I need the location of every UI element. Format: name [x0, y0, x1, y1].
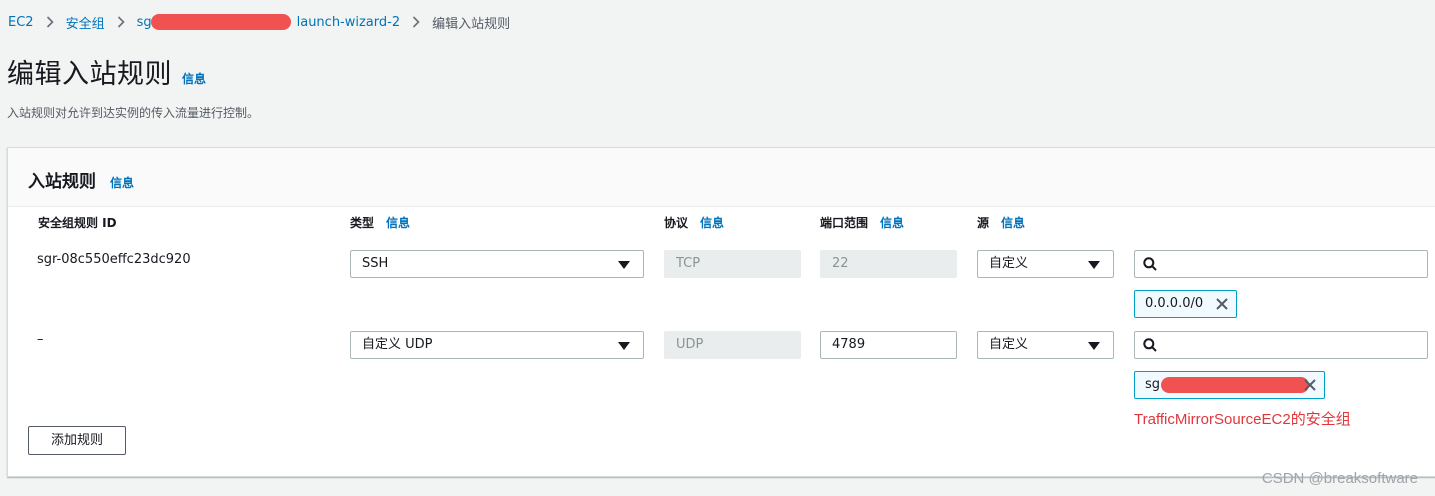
- source-info-link[interactable]: 信息: [1001, 214, 1025, 231]
- column-label: 安全组规则 ID: [38, 216, 117, 230]
- panel-header: 入站规则 信息: [8, 148, 1435, 207]
- search-icon: [1143, 257, 1157, 271]
- column-header-type: 类型 信息: [350, 214, 410, 231]
- column-label: 协议: [664, 216, 689, 230]
- type-select[interactable]: SSH: [350, 250, 644, 278]
- search-icon: [1143, 338, 1157, 352]
- page-info-link[interactable]: 信息: [182, 70, 206, 87]
- rule-id: –: [37, 332, 44, 347]
- source-token-label: sg: [1145, 377, 1161, 392]
- breadcrumb-ec2[interactable]: EC2: [8, 15, 34, 30]
- source-search-input[interactable]: [1134, 250, 1428, 278]
- breadcrumb-sg-name: launch-wizard-2: [296, 14, 401, 30]
- breadcrumb: EC2 安全组 sg launch-wizard-2 编辑入站规则: [8, 13, 511, 32]
- port-range-field: 22: [820, 250, 957, 278]
- breadcrumb-current: 编辑入站规则: [432, 16, 511, 32]
- source-token: 0.0.0.0/0: [1134, 290, 1237, 318]
- source-type-select[interactable]: 自定义: [977, 250, 1114, 278]
- column-header-protocol: 协议 信息: [664, 214, 724, 231]
- port-range-input[interactable]: 4789: [820, 331, 957, 359]
- caret-down-icon: [1088, 342, 1100, 350]
- inbound-rules-panel: 入站规则 信息 安全组规则 ID 类型 信息 协议 信息 端口范围 信息 源 信…: [7, 147, 1435, 477]
- type-select[interactable]: 自定义 UDP: [350, 331, 644, 359]
- source-token-label: 0.0.0.0/0: [1145, 296, 1204, 311]
- panel-title-row: 入站规则 信息: [28, 167, 134, 192]
- port-info-link[interactable]: 信息: [880, 214, 904, 231]
- protocol-field: TCP: [664, 250, 801, 278]
- type-select-value: SSH: [362, 256, 389, 271]
- rule-id: sgr-08c550effc23dc920: [37, 252, 191, 267]
- caret-down-icon: [618, 342, 630, 350]
- column-header-source: 源 信息: [977, 214, 1025, 231]
- source-type-value: 自定义: [989, 256, 1029, 271]
- protocol-field: UDP: [664, 331, 801, 359]
- breadcrumb-security-groups[interactable]: 安全组: [66, 13, 105, 32]
- page-description: 入站规则对允许到达实例的传入流量进行控制。: [7, 106, 260, 120]
- panel-info-link[interactable]: 信息: [110, 174, 134, 191]
- watermark: CSDN @breaksoftware: [1261, 470, 1418, 487]
- annotation-note: TrafficMirrorSourceEC2的安全组: [1134, 411, 1351, 428]
- column-header-port-range: 端口范围 信息: [820, 214, 904, 231]
- column-label: 类型: [350, 216, 375, 230]
- page-header: 编辑入站规则 信息: [7, 52, 206, 91]
- redaction-mark: [1161, 377, 1309, 393]
- redaction-mark: [150, 14, 291, 30]
- column-header-rule-id: 安全组规则 ID: [38, 214, 117, 231]
- type-select-value: 自定义 UDP: [362, 337, 433, 352]
- chevron-right-icon: [412, 16, 420, 28]
- chevron-right-icon: [46, 16, 54, 28]
- column-label: 源: [977, 216, 990, 230]
- close-icon[interactable]: [1215, 297, 1229, 311]
- source-search-input[interactable]: [1134, 331, 1428, 359]
- caret-down-icon: [618, 261, 630, 269]
- breadcrumb-sg-prefix: sg: [136, 14, 152, 30]
- add-rule-button[interactable]: 添加规则: [28, 426, 126, 455]
- chevron-right-icon: [117, 16, 125, 28]
- type-info-link[interactable]: 信息: [386, 214, 410, 231]
- column-label: 端口范围: [820, 216, 869, 230]
- protocol-info-link[interactable]: 信息: [700, 214, 724, 231]
- page-title: 编辑入站规则: [7, 59, 172, 90]
- source-type-select[interactable]: 自定义: [977, 331, 1114, 359]
- close-icon[interactable]: [1303, 378, 1317, 392]
- breadcrumb-security-group[interactable]: sg launch-wizard-2: [136, 14, 401, 30]
- source-type-value: 自定义: [989, 337, 1029, 352]
- panel-title: 入站规则: [28, 172, 96, 192]
- caret-down-icon: [1088, 261, 1100, 269]
- source-token: sg: [1134, 371, 1325, 399]
